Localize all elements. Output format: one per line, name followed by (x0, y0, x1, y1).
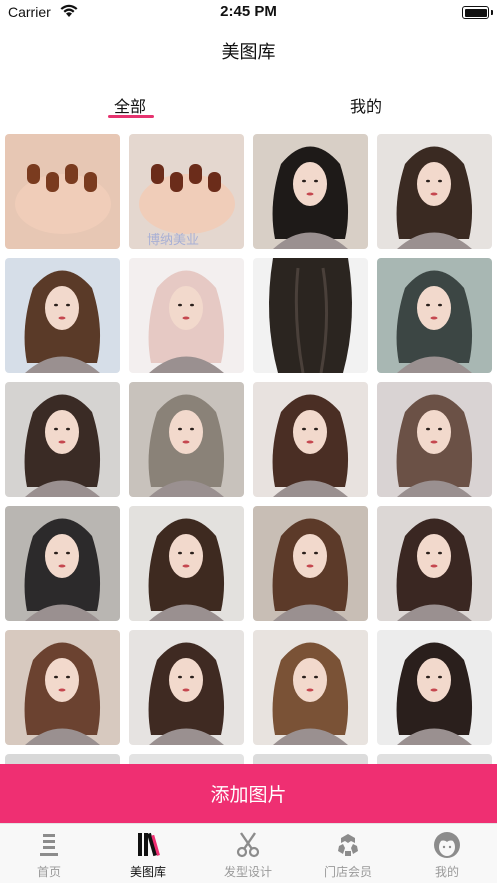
hairstyle-photo (5, 382, 120, 497)
battery-tip (491, 10, 493, 15)
gallery-thumbnail[interactable] (253, 506, 368, 621)
tabbar-item-home[interactable]: 首页 (4, 830, 94, 880)
profile-icon (434, 832, 460, 858)
gallery-thumbnail[interactable] (129, 506, 244, 621)
add-image-button[interactable]: 添加图片 (0, 764, 497, 823)
tabbar-item-gallery[interactable]: 美图库 (103, 830, 193, 880)
hairstyle-photo (5, 630, 120, 745)
gallery-thumbnail[interactable] (129, 630, 244, 745)
gallery-thumbnail[interactable] (5, 382, 120, 497)
gallery-thumbnail[interactable] (377, 258, 492, 373)
gallery-thumbnail[interactable] (5, 754, 120, 764)
hairstyle-photo (129, 754, 244, 764)
tab-all[interactable]: 全部 (70, 93, 190, 117)
gallery-thumbnail[interactable] (377, 134, 492, 249)
hairstyle-photo (5, 754, 120, 764)
tabbar-label-profile: 我的 (434, 865, 459, 879)
segment-tabs: 全部 我的 (0, 90, 497, 122)
gallery-thumbnail[interactable]: 博纳美业 (129, 134, 244, 249)
image-grid[interactable]: 博纳美业 (5, 134, 492, 764)
hairstyle-photo (129, 382, 244, 497)
gallery-thumbnail[interactable] (129, 754, 244, 764)
gallery-thumbnail[interactable] (129, 382, 244, 497)
hairstyle-photo (253, 382, 368, 497)
hairstyle-photo (253, 258, 368, 373)
gallery-thumbnail[interactable] (377, 630, 492, 745)
members-icon (338, 834, 358, 856)
tab-mine[interactable]: 我的 (306, 93, 426, 117)
gallery-thumbnail[interactable] (253, 630, 368, 745)
gallery-thumbnail[interactable] (5, 258, 120, 373)
hairstyle-photo (129, 506, 244, 621)
tabbar-label-design: 发型设计 (223, 865, 272, 879)
gallery-thumbnail[interactable] (253, 754, 368, 764)
active-tab-indicator (108, 115, 154, 118)
gallery-thumbnail[interactable] (253, 134, 368, 249)
hairstyle-photo (253, 134, 368, 249)
gallery-thumbnail[interactable] (253, 382, 368, 497)
tabbar-label-home: 首页 (36, 865, 61, 879)
bottom-tab-bar: 首页 美图库 发型设计 门店会员 我的 (0, 823, 497, 883)
scissors-icon (236, 832, 260, 858)
hairstyle-photo (377, 754, 492, 764)
hairstyle-photo (253, 630, 368, 745)
hairstyle-photo (129, 630, 244, 745)
nails-photo (5, 134, 120, 249)
gallery-thumbnail[interactable] (253, 258, 368, 373)
gallery-thumbnail[interactable] (377, 382, 492, 497)
gallery-thumbnail[interactable] (5, 630, 120, 745)
tabbar-label-gallery: 美图库 (129, 865, 166, 879)
hairstyle-photo (253, 506, 368, 621)
gallery-thumbnail[interactable] (129, 258, 244, 373)
gallery-thumbnail[interactable] (5, 506, 120, 621)
gallery-thumbnail[interactable] (377, 754, 492, 764)
hairstyle-photo (377, 630, 492, 745)
watermark-text: 博纳美业 (147, 233, 200, 248)
tabbar-item-profile[interactable]: 我的 (402, 830, 492, 880)
hairstyle-photo (253, 754, 368, 764)
hairstyle-photo (377, 506, 492, 621)
battery-icon (462, 6, 489, 19)
gallery-thumbnail[interactable] (377, 506, 492, 621)
page-title: 美图库 (221, 42, 276, 63)
hairstyle-photo (129, 258, 244, 373)
tabbar-item-members[interactable]: 门店会员 (303, 830, 393, 880)
gallery-thumbnail[interactable] (5, 134, 120, 249)
tabbar-item-design[interactable]: 发型设计 (203, 830, 293, 880)
hairstyle-photo (377, 382, 492, 497)
home-icon (40, 834, 58, 856)
status-bar: Carrier 2:45 PM (0, 0, 497, 26)
hairstyle-photo (377, 258, 492, 373)
clock: 2:45 PM (220, 3, 277, 20)
hairstyle-photo (377, 134, 492, 249)
gallery-icon (138, 832, 160, 857)
tabbar-label-members: 门店会员 (323, 865, 372, 879)
hairstyle-photo (5, 506, 120, 621)
hairstyle-photo (5, 258, 120, 373)
